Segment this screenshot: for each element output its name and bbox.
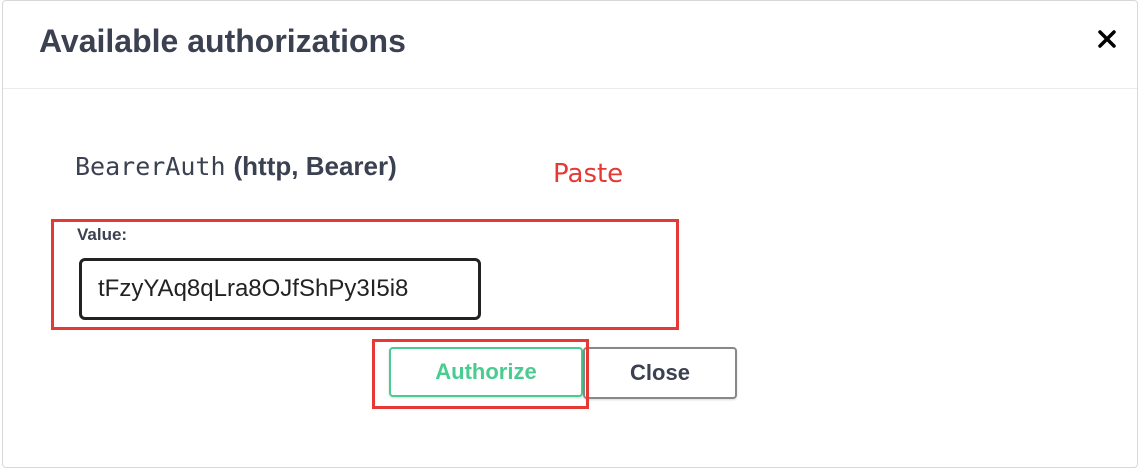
dialog-title: Available authorizations <box>39 23 406 59</box>
close-icon-glyph <box>1098 30 1116 48</box>
auth-scheme-name: BearerAuth <box>75 152 226 181</box>
close-button[interactable]: Close <box>583 347 737 399</box>
auth-scheme-heading: BearerAuth (http, Bearer) <box>75 151 397 182</box>
value-input[interactable] <box>79 258 481 320</box>
dialog-header: Available authorizations <box>3 1 1137 89</box>
authorization-dialog: Available authorizations BearerAuth (http… <box>2 0 1138 468</box>
paste-annotation: Paste <box>553 159 624 189</box>
auth-scheme-type: (http, Bearer) <box>233 151 397 181</box>
value-label: Value: <box>77 225 128 244</box>
authorize-button[interactable]: Authorize <box>389 347 583 397</box>
close-icon[interactable] <box>1095 27 1119 51</box>
